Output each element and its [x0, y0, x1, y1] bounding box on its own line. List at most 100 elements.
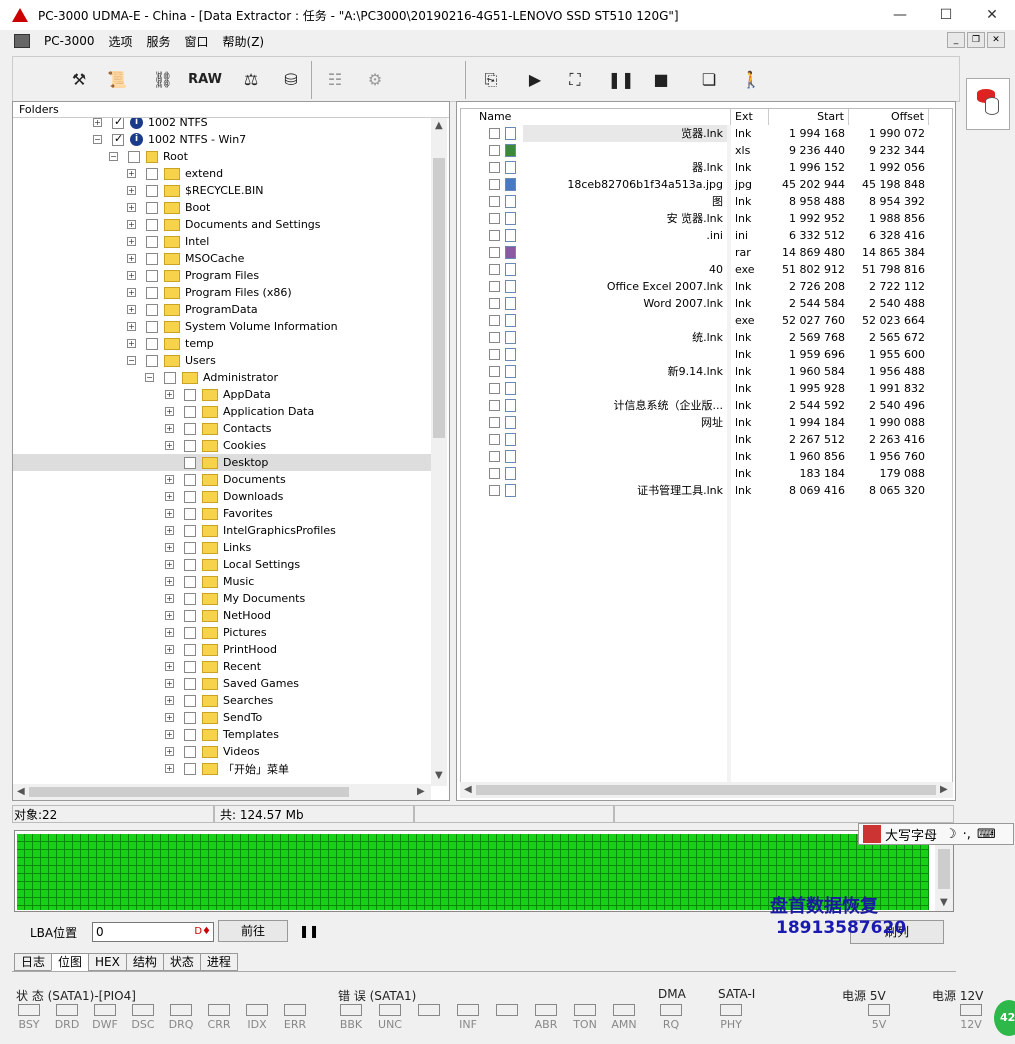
folder-row[interactable]: + Program Files [13, 267, 431, 284]
expand-icon[interactable]: + [127, 305, 136, 314]
folders-hscroll[interactable]: ◀ ▶ [13, 784, 431, 800]
expand-icon[interactable]: + [165, 475, 174, 484]
folder-row[interactable]: + PrintHood [13, 641, 431, 658]
file-row[interactable]: 证书管理工具.lnk lnk 8 069 416 8 065 320 [461, 482, 952, 499]
windows-icon[interactable]: ❏ [693, 65, 725, 95]
tab-structure[interactable]: 结构 [125, 953, 164, 971]
expand-icon[interactable]: + [165, 611, 174, 620]
folder-checkbox[interactable] [184, 456, 196, 469]
file-checkbox[interactable] [489, 383, 500, 394]
folder-row[interactable]: Desktop [13, 454, 431, 471]
expand-icon[interactable]: + [127, 220, 136, 229]
collapse-icon[interactable]: − [109, 152, 118, 161]
folder-row[interactable]: + Favorites [13, 505, 431, 522]
folder-row[interactable]: + IntelGraphicsProfiles [13, 522, 431, 539]
file-checkbox[interactable] [489, 451, 500, 462]
tab-log[interactable]: 日志 [14, 953, 53, 971]
raw-button[interactable]: RAW [185, 65, 225, 95]
folder-row[interactable]: − Users [13, 352, 431, 369]
folder-row[interactable]: + Templates [13, 726, 431, 743]
expand-icon[interactable]: + [165, 543, 174, 552]
expand-icon[interactable]: + [165, 628, 174, 637]
folder-checkbox[interactable] [128, 150, 140, 163]
expand-icon[interactable]: + [127, 322, 136, 331]
disk-icon[interactable]: ⛁ [275, 65, 307, 95]
database-button[interactable] [966, 78, 1010, 130]
keyboard-icon[interactable]: ⌨ [977, 827, 996, 842]
expand-icon[interactable]: + [127, 254, 136, 263]
folder-row[interactable]: + Boot [13, 199, 431, 216]
network-icon[interactable]: ⚙ [359, 65, 391, 95]
file-checkbox[interactable] [489, 281, 500, 292]
file-checkbox[interactable] [489, 247, 500, 258]
folder-row[interactable]: + Cookies [13, 437, 431, 454]
file-checkbox[interactable] [489, 196, 500, 207]
folder-checkbox[interactable] [184, 524, 196, 537]
expand-icon[interactable]: + [165, 441, 174, 450]
files-hscroll[interactable]: ◀ ▶ [460, 782, 953, 798]
folder-checkbox[interactable] [184, 592, 196, 605]
folder-checkbox[interactable] [146, 201, 158, 214]
file-checkbox[interactable] [489, 400, 500, 411]
folder-checkbox[interactable] [184, 541, 196, 554]
folder-checkbox[interactable] [184, 626, 196, 639]
file-checkbox[interactable] [489, 213, 500, 224]
folder-checkbox[interactable] [146, 235, 158, 248]
partition-icon[interactable]: ⚖ [235, 65, 267, 95]
folder-row[interactable]: + temp [13, 335, 431, 352]
folder-checkbox[interactable] [184, 745, 196, 758]
minimize-button[interactable]: — [877, 0, 923, 30]
folder-row[interactable]: + SendTo [13, 709, 431, 726]
folder-row[interactable]: + extend [13, 165, 431, 182]
lba-spin-icon[interactable]: D♦ [194, 923, 211, 941]
file-row[interactable]: lnk 1 959 696 1 955 600 [461, 346, 952, 363]
folder-row[interactable]: + 「开始」菜单 [13, 760, 431, 777]
expand-icon[interactable]: + [165, 424, 174, 433]
folder-row[interactable]: + Recent [13, 658, 431, 675]
menu-help[interactable]: 帮助(Z) [223, 33, 265, 50]
folder-checkbox[interactable] [184, 677, 196, 690]
tree-icon[interactable]: ☷ [319, 65, 351, 95]
file-checkbox[interactable] [489, 417, 500, 428]
collapse-icon[interactable]: − [93, 135, 102, 144]
file-row[interactable]: lnk 183 184 179 088 [461, 465, 952, 482]
folder-row[interactable]: + Music [13, 573, 431, 590]
go-button[interactable]: 前往 [218, 920, 288, 942]
file-checkbox[interactable] [489, 468, 500, 479]
expand-icon[interactable]: + [127, 169, 136, 178]
menu-window[interactable]: 窗口 [185, 33, 209, 50]
menu-pc3000[interactable]: PC-3000 [44, 34, 94, 48]
file-row[interactable]: 器.lnk lnk 1 996 152 1 992 056 [461, 159, 952, 176]
expand-icon[interactable]: + [165, 730, 174, 739]
folder-checkbox[interactable] [112, 132, 124, 146]
folder-checkbox[interactable] [184, 422, 196, 435]
file-row[interactable]: 图 lnk 8 958 488 8 954 392 [461, 193, 952, 210]
expand-icon[interactable]: + [165, 594, 174, 603]
file-checkbox[interactable] [489, 162, 500, 173]
play-icon[interactable]: ▶ [519, 65, 551, 95]
file-row[interactable]: lnk 1 995 928 1 991 832 [461, 380, 952, 397]
file-row[interactable]: 览器.lnk lnk 1 994 168 1 990 072 [461, 125, 952, 142]
file-row[interactable]: Word 2007.lnk lnk 2 544 584 2 540 488 [461, 295, 952, 312]
folder-row[interactable]: + Documents [13, 471, 431, 488]
tab-bitmap[interactable]: 位图 [51, 953, 90, 971]
tab-process[interactable]: 进程 [199, 953, 238, 971]
folder-row[interactable]: − Administrator [13, 369, 431, 386]
pause-icon[interactable]: ❚❚ [605, 65, 637, 95]
file-checkbox[interactable] [489, 264, 500, 275]
file-row[interactable]: .ini ini 6 332 512 6 328 416 [461, 227, 952, 244]
file-row[interactable]: 安 览器.lnk lnk 1 992 952 1 988 856 [461, 210, 952, 227]
expand-icon[interactable]: + [165, 492, 174, 501]
expand-icon[interactable]: + [127, 203, 136, 212]
expand-icon[interactable]: + [165, 679, 174, 688]
expand-icon[interactable]: + [165, 764, 174, 773]
file-checkbox[interactable] [489, 349, 500, 360]
menu-options[interactable]: 选项 [108, 33, 132, 50]
folder-checkbox[interactable] [184, 439, 196, 452]
file-checkbox[interactable] [489, 485, 500, 496]
folder-row[interactable]: − Root [13, 148, 431, 165]
file-checkbox[interactable] [489, 128, 500, 139]
lba-input[interactable]: 0 D♦ [92, 922, 214, 942]
folder-row[interactable]: + Videos [13, 743, 431, 760]
maximize-button[interactable]: ☐ [923, 0, 969, 30]
